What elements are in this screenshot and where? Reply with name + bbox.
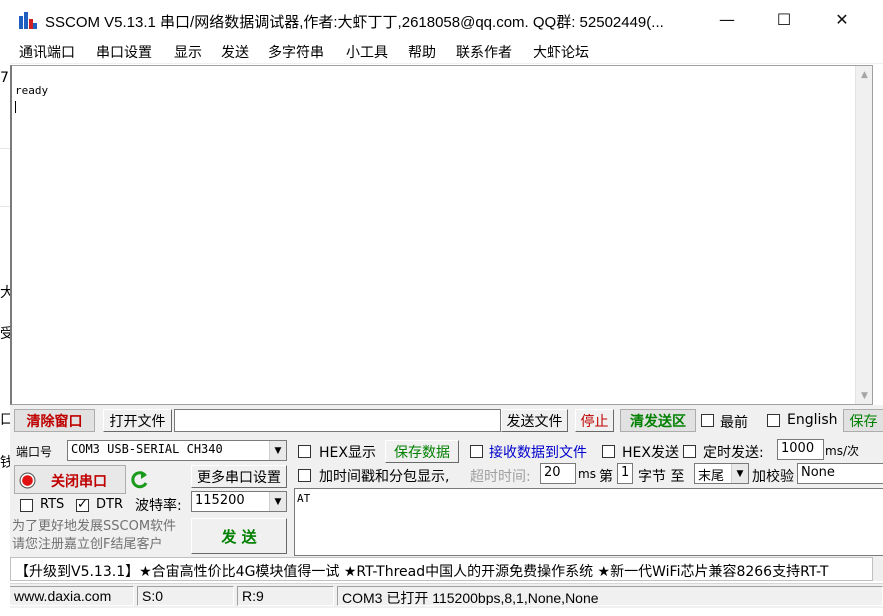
checksum-label: 加校验 [752, 469, 794, 485]
checksum-select[interactable]: None [797, 463, 883, 484]
byte-end-select[interactable]: 末尾 ▼ [694, 463, 749, 484]
dtr-checkbox[interactable] [76, 497, 89, 513]
menu-multi-string[interactable]: 多字符串 [268, 42, 324, 62]
timestamp-checkbox[interactable] [298, 469, 311, 482]
interval-input[interactable]: 1000 [777, 439, 824, 460]
baud-label: 波特率: [135, 498, 182, 514]
byte-index-input[interactable]: 1 [617, 463, 633, 484]
status-bar: www.daxia.com S:0 R:9 COM3 已打开 115200bps… [10, 583, 883, 608]
receive-text: ready [15, 84, 49, 97]
hex-send-label: HEX发送 [622, 445, 679, 461]
background-window-fragment: 大 [0, 285, 14, 301]
timed-send-label: 定时发送: [703, 445, 764, 461]
rts-checkbox[interactable] [20, 499, 33, 512]
close-button[interactable]: ✕ [813, 0, 871, 39]
status-received-count: R:9 [237, 586, 334, 606]
background-divider [0, 206, 10, 207]
open-file-button[interactable]: 打开文件 [103, 409, 172, 432]
save-data-button[interactable]: 保存数据 [385, 440, 459, 463]
dtr-label: DTR [96, 497, 123, 512]
ad-banner[interactable]: 【升级到V5.13.1】★合宙高性价比4G模块值得一试 ★RT-Thread中国… [10, 557, 873, 581]
rts-label: RTS [40, 497, 65, 512]
background-window-fragment: 受 [0, 326, 14, 342]
background-window-fragment: 7 [0, 70, 9, 86]
promo-text[interactable]: 为了更好地发展SSCOM软件 请您注册嘉立创F结尾客户 [12, 518, 192, 556]
background-window-fragment: 口 [0, 412, 14, 428]
chevron-down-icon[interactable]: ▼ [269, 492, 286, 511]
recv-to-file-label[interactable]: 接收数据到文件 [489, 442, 587, 462]
english-label: English [787, 412, 838, 428]
port-status-led-icon [19, 472, 36, 489]
receive-area[interactable]: ready ▲ ▼ [10, 65, 873, 405]
status-port-info: COM3 已打开 115200bps,8,1,None,None [337, 586, 883, 606]
baud-select[interactable]: 115200 ▼ [191, 491, 287, 512]
topmost-label: 最前 [720, 415, 748, 431]
clear-send-button[interactable]: 清发送区 [620, 409, 696, 432]
timestamp-label: 加时间戳和分包显示, [319, 469, 450, 485]
english-checkbox[interactable] [767, 414, 780, 427]
scroll-up-icon[interactable]: ▲ [856, 66, 873, 83]
receive-scrollbar[interactable]: ▲ ▼ [855, 66, 872, 404]
port-select[interactable]: COM3 USB-SERIAL CH340 ▼ [67, 440, 287, 461]
menu-display[interactable]: 显示 [174, 42, 202, 62]
menu-forum[interactable]: 大虾论坛 [533, 42, 589, 62]
background-divider [0, 148, 10, 149]
menu-bar: 通讯端口 串口设置 显示 发送 多字符串 小工具 帮助 联系作者 大虾论坛 [10, 39, 883, 64]
byte-prefix-label: 第 [599, 469, 613, 485]
menu-help[interactable]: 帮助 [408, 42, 436, 62]
topmost-checkbox[interactable] [701, 414, 714, 427]
close-port-group: 关闭串口 [14, 465, 126, 494]
status-url[interactable]: www.daxia.com [10, 586, 134, 606]
byte-end-value: 末尾 [698, 469, 725, 484]
hex-display-checkbox[interactable] [298, 445, 311, 458]
port-select-value: COM3 USB-SERIAL CH340 [71, 442, 223, 456]
menu-comm-port[interactable]: 通讯端口 [19, 42, 75, 62]
status-sent-count: S:0 [137, 586, 234, 606]
window-title: SSCOM V5.13.1 串口/网络数据调试器,作者:大虾丁丁,2618058… [45, 14, 664, 31]
close-port-button[interactable]: 关闭串口 [51, 471, 107, 491]
timeout-unit-label: ms [578, 467, 596, 481]
minimize-button[interactable]: — [698, 0, 756, 39]
timeout-input[interactable]: 20 [540, 463, 576, 484]
control-panel: 清除窗口 打开文件 发送文件 停止 清发送区 最前 English 保存 端口号… [10, 405, 883, 581]
port-label: 端口号 [16, 445, 53, 459]
menu-contact-author[interactable]: 联系作者 [456, 42, 512, 62]
refresh-icon[interactable] [130, 469, 150, 491]
baud-select-value: 115200 [195, 493, 245, 508]
timeout-label: 超时时间: [470, 469, 531, 485]
menu-serial-settings[interactable]: 串口设置 [96, 42, 152, 62]
send-button[interactable]: 发 送 [191, 518, 287, 554]
save-config-button[interactable]: 保存 [843, 409, 883, 432]
text-caret [15, 101, 16, 113]
chevron-down-icon[interactable]: ▼ [731, 464, 748, 483]
stop-button[interactable]: 停止 [575, 409, 614, 432]
more-serial-settings-button[interactable]: 更多串口设置 [191, 465, 287, 488]
sscom-app-icon [19, 12, 37, 29]
scroll-down-icon[interactable]: ▼ [856, 387, 873, 404]
file-path-input[interactable] [174, 409, 501, 432]
menu-tools[interactable]: 小工具 [346, 42, 388, 62]
recv-to-file-checkbox[interactable] [470, 445, 483, 458]
chevron-down-icon[interactable]: ▼ [269, 441, 286, 460]
send-text-area[interactable]: AT [294, 488, 883, 556]
maximize-button[interactable]: ☐ [755, 0, 813, 39]
send-file-button[interactable]: 发送文件 [501, 409, 568, 432]
background-window-fragment: 钱 [0, 455, 14, 471]
interval-unit-label: ms/次 [825, 444, 859, 458]
menu-send[interactable]: 发送 [221, 42, 249, 62]
hex-display-label: HEX显示 [319, 445, 376, 461]
timed-send-checkbox[interactable] [683, 445, 696, 458]
hex-send-checkbox[interactable] [602, 445, 615, 458]
clear-window-button[interactable]: 清除窗口 [14, 409, 95, 432]
byte-to-label: 字节 至 [638, 469, 685, 485]
